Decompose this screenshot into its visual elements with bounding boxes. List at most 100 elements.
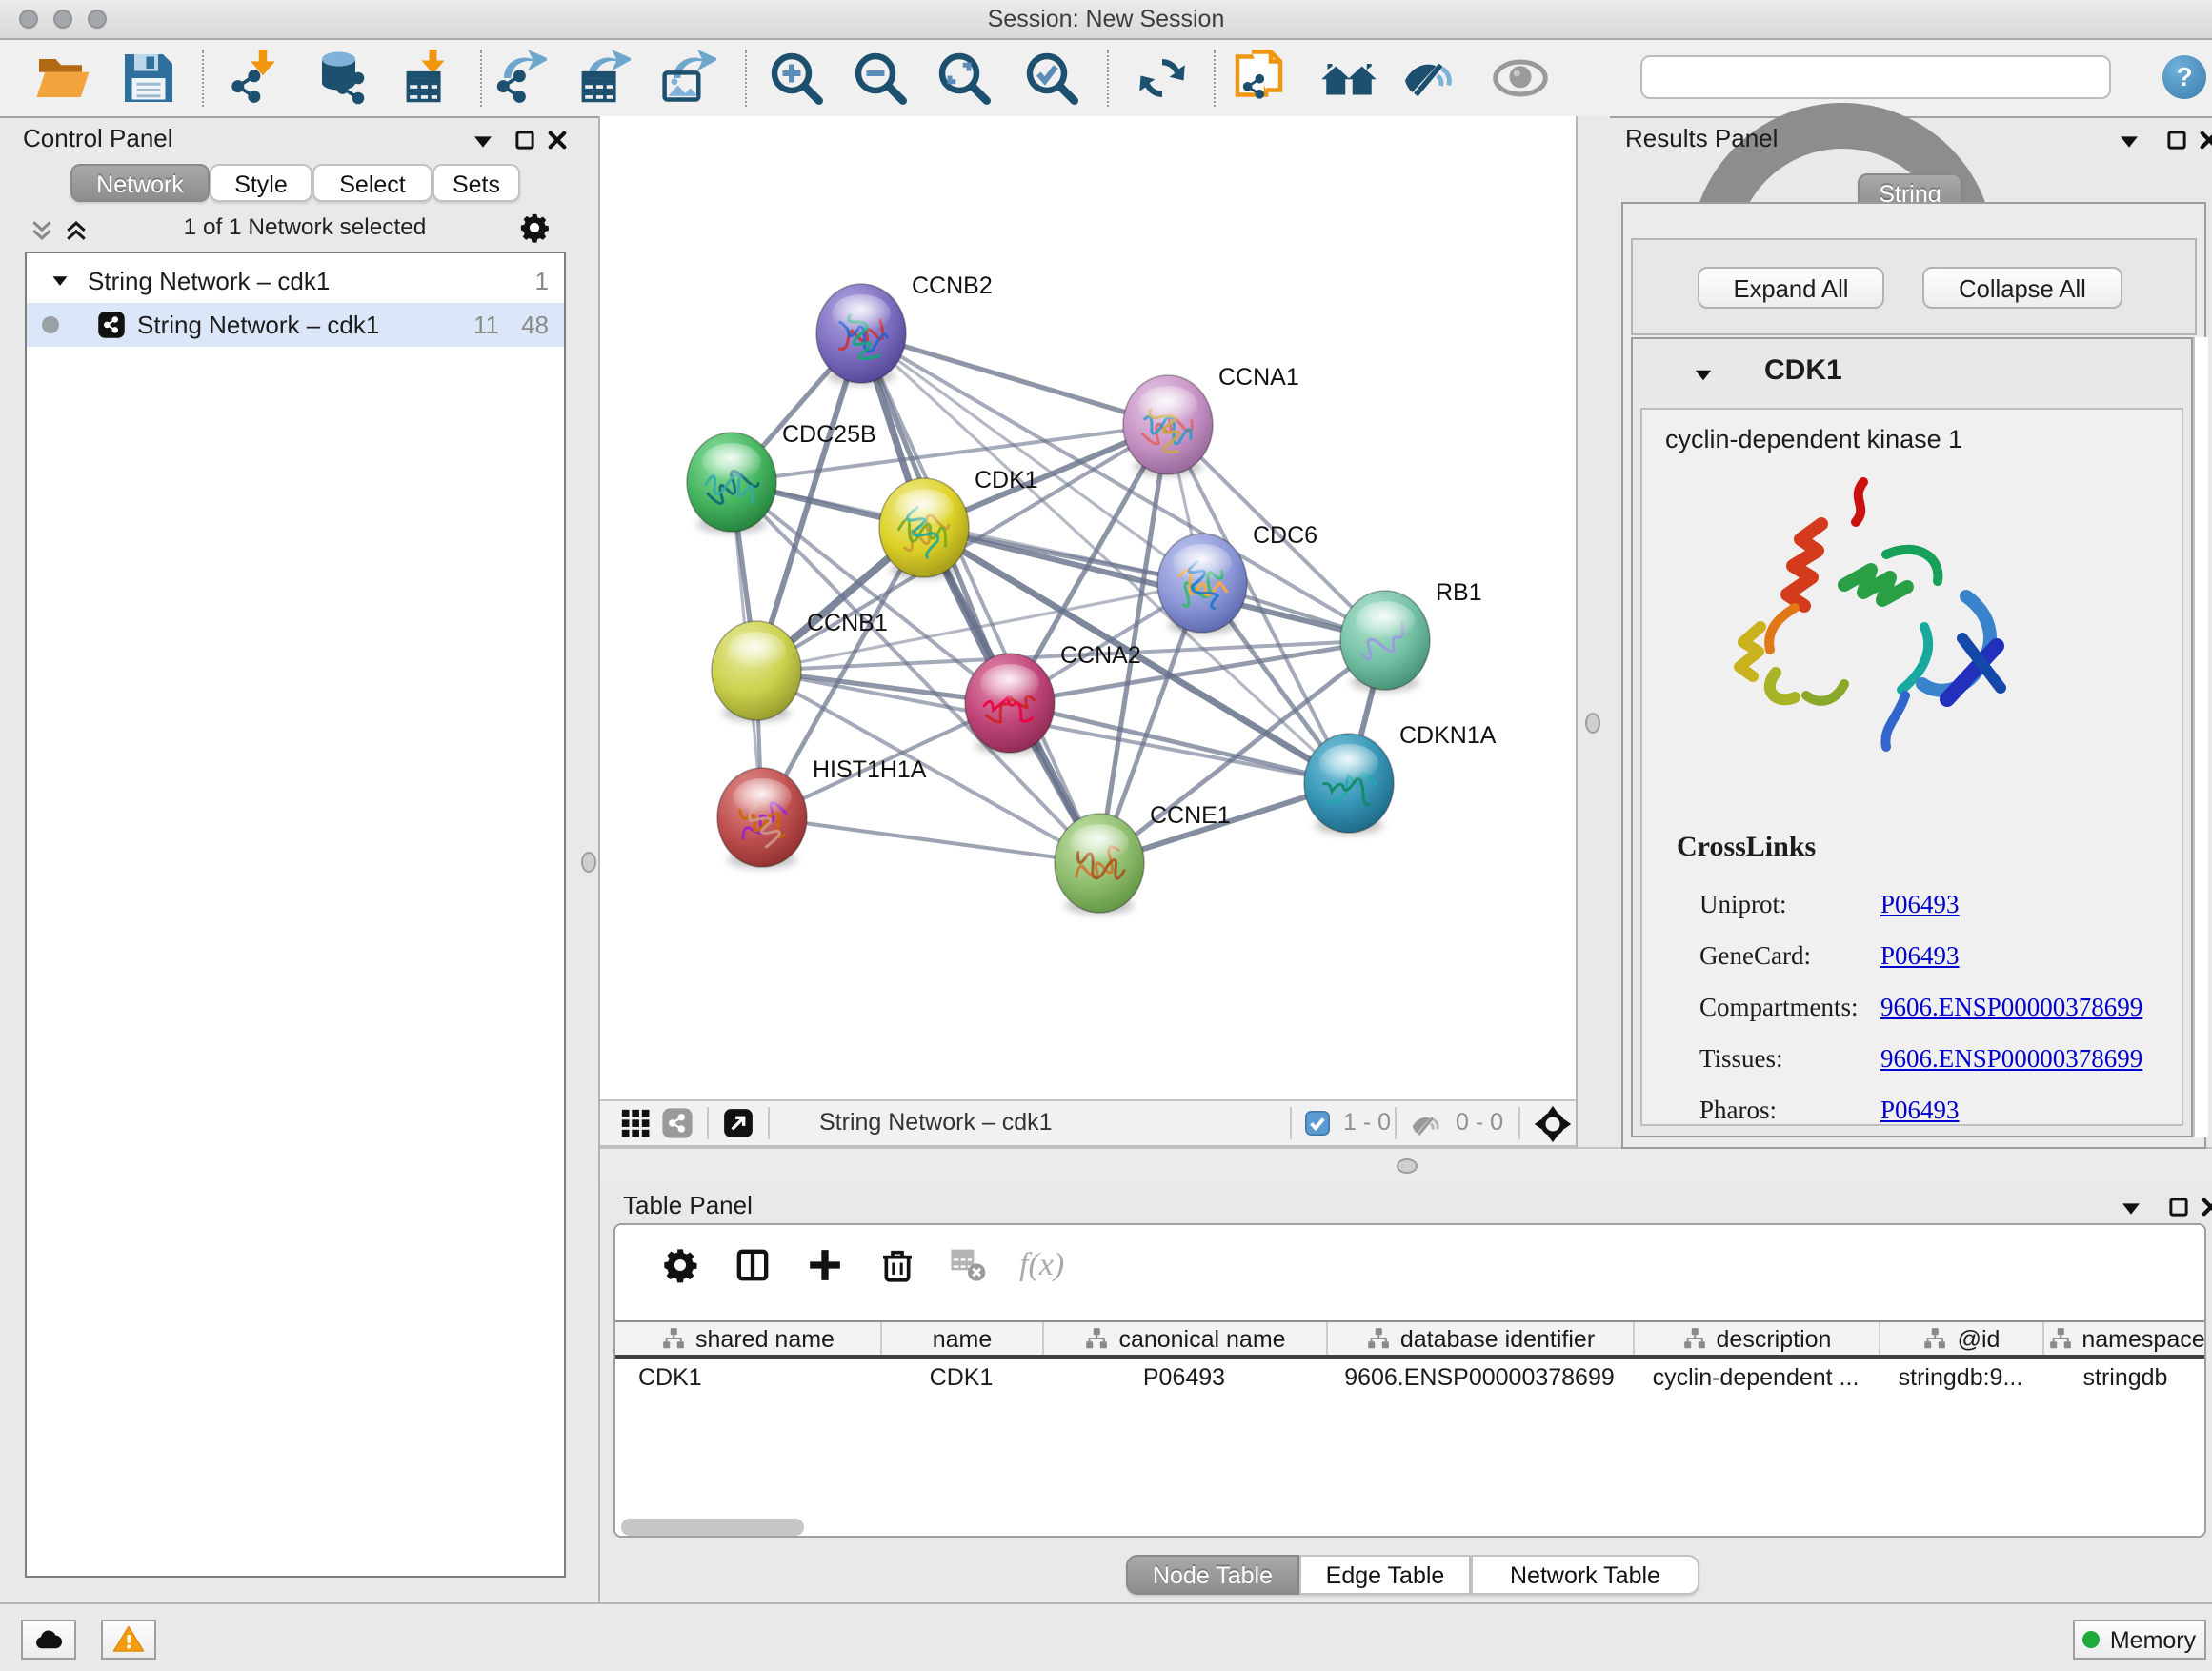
export-table-icon[interactable]: [573, 50, 631, 107]
column-header-namespace[interactable]: namespace: [2042, 1322, 2208, 1355]
column-header-database-identifier[interactable]: database identifier: [1326, 1322, 1633, 1355]
close-panel-icon[interactable]: [2199, 1195, 2212, 1219]
export-network-icon[interactable]: [490, 50, 547, 107]
first-neighbors-icon[interactable]: [1233, 50, 1290, 107]
table-cell[interactable]: stringdb:9...: [1879, 1359, 2042, 1397]
selected-checkbox-icon[interactable]: [1305, 1111, 1330, 1136]
collapse-all-button[interactable]: Collapse All: [1922, 267, 2122, 309]
network-collection-row[interactable]: String Network – cdk1 1: [27, 259, 564, 303]
expand-all-icon[interactable]: [63, 217, 90, 244]
collapse-all-icon[interactable]: [29, 217, 55, 244]
node-CCNB2[interactable]: [816, 284, 906, 385]
table-cell[interactable]: CDK1: [615, 1359, 880, 1397]
node-RB1[interactable]: [1340, 591, 1430, 692]
view-type-icon[interactable]: [661, 1107, 694, 1139]
table-hscrollbar-thumb[interactable]: [621, 1519, 804, 1536]
cloud-status-button[interactable]: [21, 1620, 76, 1660]
table-row[interactable]: CDK1CDK1P064939606.ENSP00000378699cyclin…: [615, 1359, 2204, 1397]
table-cell[interactable]: P06493: [1042, 1359, 1326, 1397]
grid-mode-icon[interactable]: [619, 1107, 652, 1139]
return-to-networks-icon[interactable]: [1320, 50, 1377, 107]
tab-edge-table[interactable]: Edge Table: [1299, 1555, 1471, 1595]
horizontal-splitter[interactable]: [600, 1147, 2212, 1181]
search-input[interactable]: [1688, 59, 2105, 99]
crosslink-link[interactable]: 9606.ENSP00000378699: [1880, 1044, 2142, 1073]
warnings-button[interactable]: [101, 1620, 156, 1660]
close-panel-icon[interactable]: [545, 128, 570, 152]
node-CDKN1A[interactable]: [1304, 734, 1394, 835]
panel-menu-icon[interactable]: [471, 130, 495, 154]
card-expander-icon[interactable]: [1692, 364, 1715, 387]
expand-all-button[interactable]: Expand All: [1698, 267, 1884, 309]
crosslink-link[interactable]: P06493: [1880, 1096, 1960, 1124]
zoom-in-icon[interactable]: [768, 50, 825, 107]
tab-style[interactable]: Style: [210, 164, 312, 202]
left-splitter-handle[interactable]: [581, 852, 596, 873]
node-CCNA1[interactable]: [1123, 375, 1213, 476]
panel-menu-icon[interactable]: [2117, 130, 2142, 154]
column-header-canonical-name[interactable]: canonical name: [1042, 1322, 1326, 1355]
node-CDC6[interactable]: [1157, 534, 1247, 634]
help-button[interactable]: ?: [2162, 55, 2206, 99]
tab-select[interactable]: Select: [312, 164, 432, 202]
save-session-icon[interactable]: [120, 50, 177, 107]
column-header--id[interactable]: @id: [1879, 1322, 2042, 1355]
close-panel-icon[interactable]: [2197, 128, 2212, 152]
float-panel-icon[interactable]: [513, 128, 537, 152]
column-header-shared-name[interactable]: shared name: [615, 1322, 880, 1355]
results-scrollbar[interactable]: [2193, 337, 2208, 1137]
edge-CCNB2-CCNA1[interactable]: [861, 333, 1168, 425]
bottom-splitter-handle[interactable]: [1397, 1158, 1418, 1174]
float-panel-icon[interactable]: [2166, 1195, 2191, 1219]
refresh-view-icon[interactable]: [1134, 50, 1191, 107]
gear-icon[interactable]: [518, 211, 551, 244]
crosslink-link[interactable]: P06493: [1880, 941, 1960, 970]
crosslink-link[interactable]: P06493: [1880, 890, 1960, 918]
vertical-splitter[interactable]: [1576, 116, 1610, 1181]
export-image-icon[interactable]: [659, 50, 716, 107]
node-CCNA2[interactable]: [965, 654, 1055, 755]
float-panel-icon[interactable]: [2164, 128, 2189, 152]
node-CDK1[interactable]: [879, 478, 969, 579]
show-all-icon[interactable]: [1492, 50, 1549, 107]
crosslink-link[interactable]: 9606.ENSP00000378699: [1880, 993, 2142, 1021]
birds-eye-toggle-icon[interactable]: [1534, 1105, 1572, 1143]
table-cell[interactable]: CDK1: [880, 1359, 1042, 1397]
network-canvas[interactable]: CCNB2CCNA1CDC25BCDK1CDC6RB1CCNB1CCNA2CDK…: [600, 116, 1576, 1099]
node-HIST1H1A[interactable]: [717, 768, 807, 869]
tab-node-table[interactable]: Node Table: [1126, 1555, 1299, 1595]
right-splitter-handle[interactable]: [1585, 713, 1600, 734]
open-session-icon[interactable]: [34, 50, 91, 107]
tab-sets[interactable]: Sets: [432, 164, 520, 202]
zoom-selected-icon[interactable]: [1023, 50, 1080, 107]
panel-menu-icon[interactable]: [2119, 1197, 2143, 1221]
table-cell[interactable]: stringdb: [2042, 1359, 2208, 1397]
network-row-selected[interactable]: String Network – cdk1 11 48: [27, 303, 564, 347]
collection-expander-icon[interactable]: [50, 271, 70, 292]
table-cell[interactable]: 9606.ENSP00000378699: [1326, 1359, 1633, 1397]
tab-network[interactable]: Network: [70, 164, 210, 202]
table-options-icon[interactable]: [661, 1246, 699, 1284]
show-columns-icon[interactable]: [734, 1246, 772, 1284]
delete-column-icon[interactable]: [878, 1246, 916, 1284]
column-header-description[interactable]: description: [1633, 1322, 1879, 1355]
import-network-database-icon[interactable]: [312, 50, 370, 107]
node-CDC25B[interactable]: [687, 433, 776, 534]
table-cell[interactable]: cyclin-dependent ...: [1633, 1359, 1879, 1397]
add-column-icon[interactable]: [806, 1246, 844, 1284]
detach-view-icon[interactable]: [722, 1107, 754, 1139]
column-header-name[interactable]: name: [880, 1322, 1042, 1355]
edge-HIST1H1A-CCNE1[interactable]: [762, 817, 1099, 863]
hide-selected-icon[interactable]: [1400, 50, 1458, 107]
zoom-fit-icon[interactable]: [935, 50, 993, 107]
search-field[interactable]: [1640, 55, 2111, 99]
table-header-row[interactable]: shared namenamecanonical namedatabase id…: [615, 1320, 2204, 1359]
node-CCNE1[interactable]: [1055, 814, 1144, 915]
import-network-icon[interactable]: [227, 50, 284, 107]
tab-network-table[interactable]: Network Table: [1471, 1555, 1699, 1595]
node-CCNB1[interactable]: [712, 621, 801, 722]
zoom-out-icon[interactable]: [852, 50, 909, 107]
import-table-icon[interactable]: [398, 50, 455, 107]
edge-CCNB2-CCNE1[interactable]: [861, 333, 1099, 863]
memory-button[interactable]: Memory: [2073, 1620, 2206, 1660]
